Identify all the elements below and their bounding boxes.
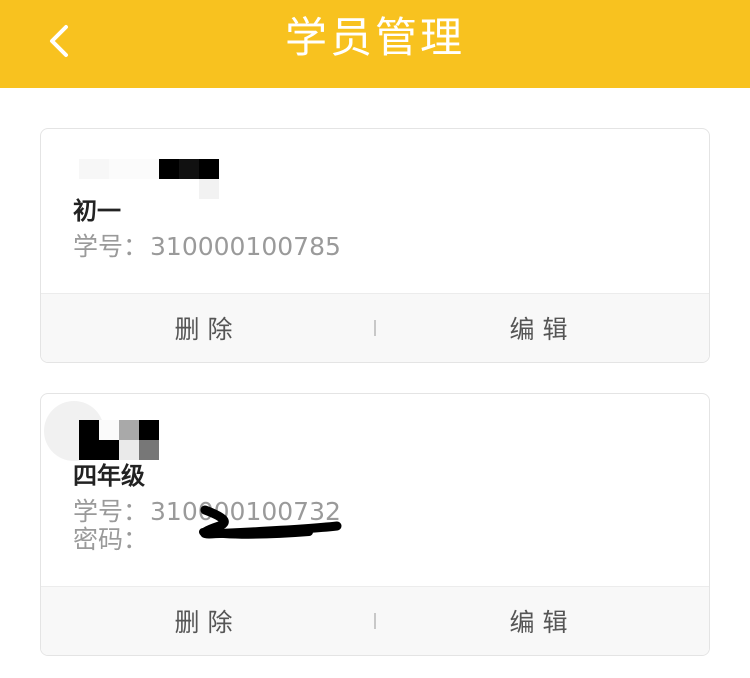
card-actions: 删除 编辑 xyxy=(41,293,709,362)
student-grade: 初一 xyxy=(73,197,121,225)
page-title: 学员管理 xyxy=(284,13,465,62)
student-id-row: 学号：310000100785 xyxy=(73,227,341,263)
edit-button[interactable]: 编辑 xyxy=(376,294,709,362)
redacted-name xyxy=(79,420,161,460)
delete-button[interactable]: 删除 xyxy=(41,587,374,655)
edit-button[interactable]: 编辑 xyxy=(376,587,709,655)
delete-button[interactable]: 删除 xyxy=(41,294,374,362)
student-card: 初一 学号：310000100785 删除 编辑 xyxy=(40,128,710,363)
redaction-scribble xyxy=(199,505,342,539)
student-id-value: 310000100785 xyxy=(150,232,341,261)
student-card: 四年级 学号：310000100732 密码： 删除 编辑 xyxy=(40,393,710,656)
password-label: 密码： xyxy=(73,525,149,554)
top-bar: 学员管理 xyxy=(0,0,750,88)
card-actions: 删除 编辑 xyxy=(41,586,709,655)
password-row: 密码： xyxy=(73,520,148,556)
student-grade: 四年级 xyxy=(73,462,145,490)
student-id-label: 学号： xyxy=(73,232,149,261)
